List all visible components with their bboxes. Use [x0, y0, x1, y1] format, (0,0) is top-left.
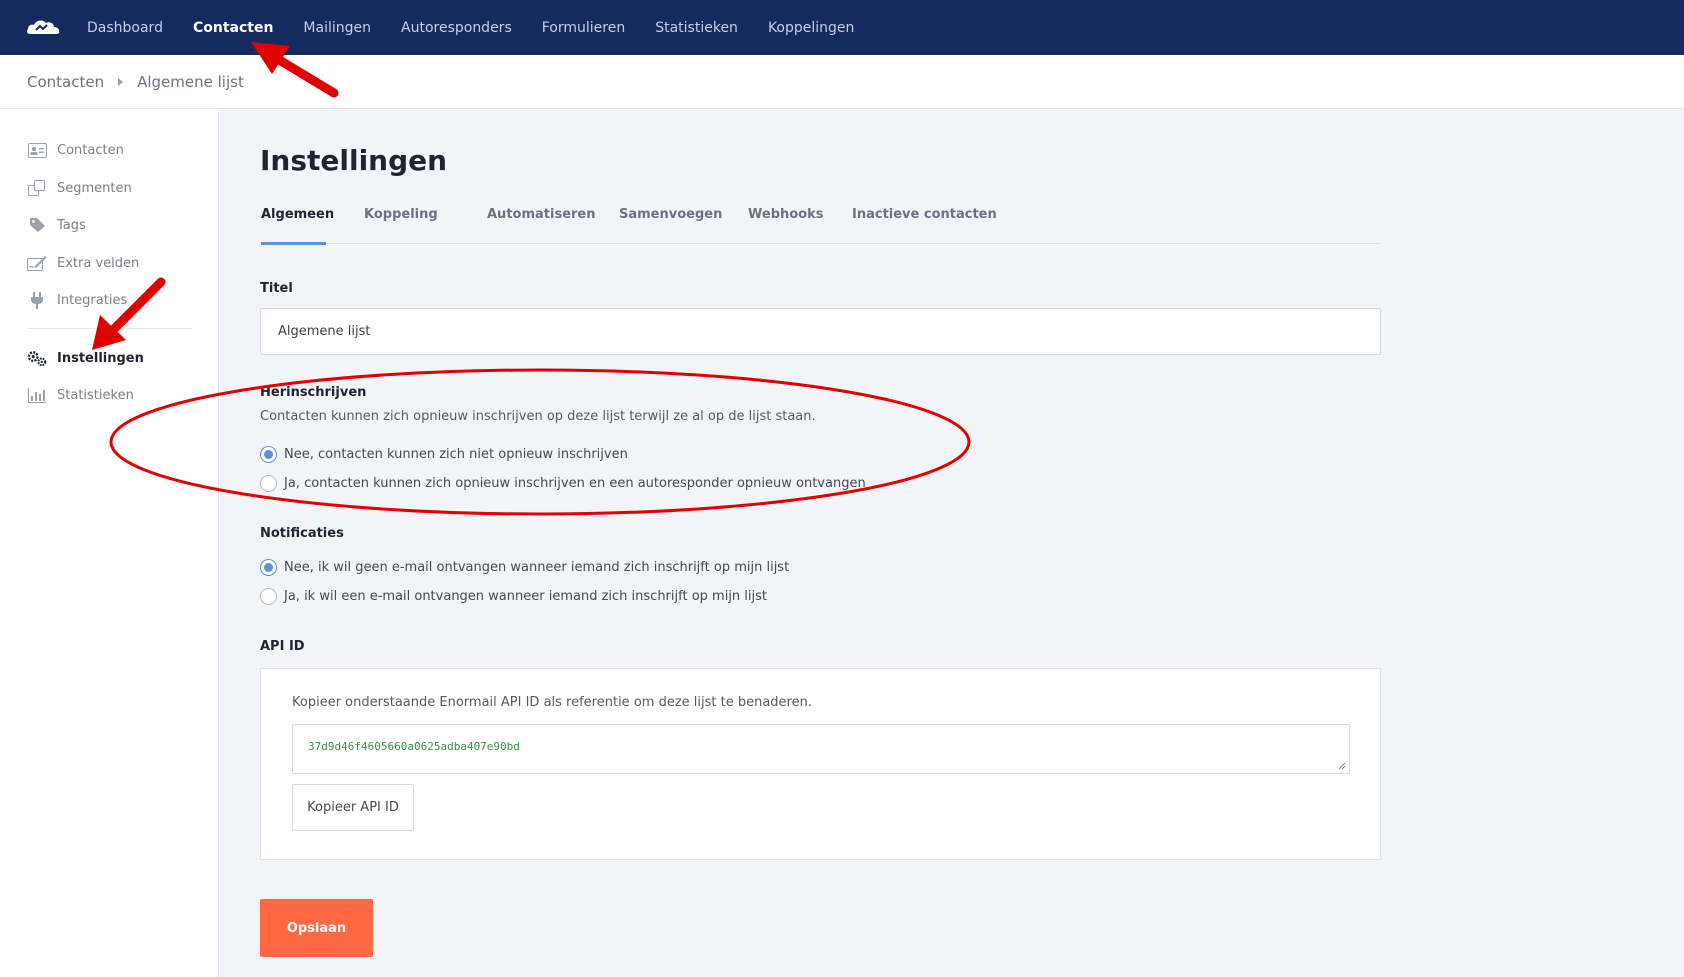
- tab-label: Algemeen: [261, 207, 335, 222]
- save-button[interactable]: Opslaan: [260, 899, 373, 957]
- nav-koppelingen[interactable]: Koppelingen: [768, 20, 854, 36]
- tab-inactieve-contacten[interactable]: Inactieve contacten: [852, 207, 997, 244]
- radio-label: Ja, contacten kunnen zich opnieuw inschr…: [284, 475, 866, 491]
- title-field-label: Titel: [260, 281, 293, 296]
- radio-label: Ja, ik wil een e-mail ontvangen wanneer …: [284, 588, 768, 604]
- contact-card-icon: [27, 141, 47, 159]
- tab-algemeen[interactable]: Algemeen: [261, 207, 334, 245]
- tab-samenvoegen[interactable]: Samenvoegen: [619, 207, 722, 244]
- bar-chart-icon: [27, 386, 47, 404]
- edit-fields-icon: [27, 254, 47, 272]
- sidebar-item-label: Integraties: [57, 292, 128, 308]
- nav-dashboard[interactable]: Dashboard: [87, 20, 163, 36]
- notifications-label: Notificaties: [260, 526, 344, 541]
- segments-icon: [27, 179, 47, 197]
- main-menu: Dashboard Contacten Mailingen Autorespon…: [87, 0, 884, 55]
- settings-tabs: Algemeen Koppeling Automatiseren Samenvo…: [260, 207, 1381, 245]
- sidebar-item-label: Extra velden: [57, 255, 140, 271]
- radio-label: Nee, ik wil geen e-mail ontvangen wannee…: [284, 559, 790, 575]
- page-title: Instellingen: [260, 144, 448, 177]
- api-id-textarea[interactable]: 37d9d46f4605660a0625adba407e90bd: [292, 724, 1350, 774]
- breadcrumb-contacten[interactable]: Contacten: [27, 73, 104, 91]
- sidebar-item-label: Contacten: [57, 142, 124, 158]
- sidebar-item-extra-velden[interactable]: Extra velden: [27, 251, 139, 275]
- tab-automatiseren[interactable]: Automatiseren: [487, 207, 596, 244]
- gears-icon: [27, 349, 47, 367]
- sidebar-item-contacten[interactable]: Contacten: [27, 138, 124, 162]
- tab-webhooks[interactable]: Webhooks: [748, 207, 824, 244]
- resubscribe-option-yes[interactable]: Ja, contacten kunnen zich opnieuw inschr…: [260, 473, 866, 493]
- cloud-logo-icon[interactable]: [26, 16, 60, 38]
- sidebar: Contacten Segmenten Tags Extra velden In…: [0, 110, 219, 977]
- resubscribe-label: Herinschrijven: [260, 385, 367, 400]
- tag-icon: [27, 216, 47, 234]
- api-id-label: API ID: [260, 639, 305, 654]
- breadcrumb-algemene-lijst[interactable]: Algemene lijst: [137, 73, 244, 91]
- sidebar-item-label: Segmenten: [57, 180, 132, 196]
- sidebar-divider: [27, 328, 192, 329]
- sidebar-item-instellingen[interactable]: Instellingen: [27, 346, 144, 370]
- radio-label: Nee, contacten kunnen zich niet opnieuw …: [284, 446, 628, 462]
- api-id-description: Kopieer onderstaande Enormail API ID als…: [292, 695, 812, 710]
- nav-autoresponders[interactable]: Autoresponders: [401, 20, 512, 36]
- main-content: Instellingen Algemeen Koppeling Automati…: [220, 110, 1684, 977]
- copy-api-id-button[interactable]: Kopieer API ID: [292, 784, 414, 831]
- nav-contacten[interactable]: Contacten: [193, 20, 273, 36]
- title-input[interactable]: [260, 308, 1381, 355]
- notifications-option-no[interactable]: Nee, ik wil geen e-mail ontvangen wannee…: [260, 557, 789, 577]
- radio-button-checked[interactable]: [260, 445, 277, 463]
- top-navigation: Dashboard Contacten Mailingen Autorespon…: [0, 0, 1684, 55]
- sidebar-item-segmenten[interactable]: Segmenten: [27, 176, 132, 200]
- tab-koppeling[interactable]: Koppeling: [364, 207, 438, 244]
- plug-icon: [27, 291, 47, 309]
- breadcrumb: Contacten Algemene lijst: [0, 55, 1684, 109]
- radio-button[interactable]: [260, 474, 277, 492]
- nav-formulieren[interactable]: Formulieren: [542, 20, 625, 36]
- nav-mailingen[interactable]: Mailingen: [303, 20, 371, 36]
- radio-button[interactable]: [260, 587, 277, 605]
- sidebar-item-label: Instellingen: [57, 350, 144, 366]
- api-id-panel: Kopieer onderstaande Enormail API ID als…: [260, 668, 1381, 860]
- radio-button-checked[interactable]: [260, 558, 277, 576]
- sidebar-item-statistieken[interactable]: Statistieken: [27, 383, 134, 407]
- sidebar-item-integraties[interactable]: Integraties: [27, 288, 127, 312]
- sidebar-item-tags[interactable]: Tags: [27, 213, 86, 237]
- active-tab-indicator: [261, 242, 326, 245]
- resubscribe-description: Contacten kunnen zich opnieuw inschrijve…: [260, 409, 816, 424]
- resize-handle-icon[interactable]: [1338, 762, 1346, 770]
- resubscribe-option-no[interactable]: Nee, contacten kunnen zich niet opnieuw …: [260, 444, 628, 464]
- api-id-value: 37d9d46f4605660a0625adba407e90bd: [308, 740, 520, 753]
- notifications-option-yes[interactable]: Ja, ik wil een e-mail ontvangen wanneer …: [260, 586, 767, 606]
- sidebar-item-label: Tags: [57, 217, 86, 233]
- nav-statistieken[interactable]: Statistieken: [655, 20, 738, 36]
- breadcrumb-chevron-icon: [118, 77, 124, 86]
- sidebar-item-label: Statistieken: [57, 387, 134, 403]
